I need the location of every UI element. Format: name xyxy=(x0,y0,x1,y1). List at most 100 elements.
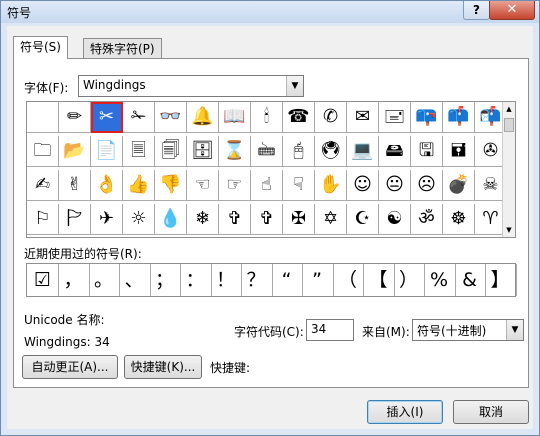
symbol-cell[interactable]: ⌛ xyxy=(219,136,251,167)
symbol-cell[interactable]: ✆ xyxy=(315,102,347,133)
dialog-title: 符号 xyxy=(7,6,32,20)
symbol-cell[interactable]: ☟ xyxy=(283,170,315,201)
symbols-tab-panel: 字体(F): Wingdings ▼ ✏ ✂ ✁ 👓 🔔 📖 🕯 ☎ ✆ ✉ 🖃 📪 📫 📬 🗀 📂 📄 🗏 🗐 🗄 ⌛… xyxy=(13,58,529,388)
recent-symbol-cell[interactable]: ： xyxy=(180,264,212,296)
recent-symbol-cell[interactable]: 。 xyxy=(88,264,120,296)
symbol-cell[interactable]: 👍 xyxy=(123,170,155,201)
symbol-cell[interactable]: 🗄 xyxy=(187,136,219,167)
symbol-cell[interactable]: ✍ xyxy=(27,170,59,201)
recent-symbol-cell[interactable]: ！ xyxy=(210,264,242,296)
symbol-cell[interactable]: 😐 xyxy=(379,170,411,201)
recent-symbol-cell[interactable]: ☑ xyxy=(27,264,59,296)
symbol-cell[interactable]: ❄ xyxy=(187,204,219,235)
symbol-cell[interactable]: 📖 xyxy=(219,102,251,133)
symbol-cell[interactable]: ☜ xyxy=(187,170,219,201)
symbol-cell[interactable]: ⚐ xyxy=(27,204,59,235)
unicode-name-label: Unicode 名称: xyxy=(24,313,105,327)
recent-symbol-cell[interactable]: 【 xyxy=(363,264,395,296)
symbol-cell[interactable]: ✈ xyxy=(91,204,123,235)
scroll-thumb[interactable] xyxy=(504,118,514,132)
symbol-cell[interactable]: ☺ xyxy=(347,170,379,201)
scroll-down-icon[interactable]: ▼ xyxy=(503,223,515,237)
autocorrect-button[interactable]: 自动更正(A)... xyxy=(22,355,118,379)
recent-symbol-cell[interactable]: （ xyxy=(332,264,364,296)
symbol-cell[interactable]: ☎ xyxy=(283,102,315,133)
symbol-cell[interactable]: 🖬 xyxy=(443,136,475,167)
tab-special-characters[interactable]: 特殊字符(P) xyxy=(83,38,162,59)
recent-symbols-row[interactable]: ☑，。、；：！？ “” （【）% &】 xyxy=(26,263,517,297)
chevron-down-icon[interactable]: ▼ xyxy=(286,76,303,96)
symbol-cell[interactable]: ✡ xyxy=(315,204,347,235)
symbol-cell[interactable]: 💧 xyxy=(155,204,187,235)
symbol-cell[interactable]: 📫 xyxy=(443,102,475,133)
symbol-cell[interactable]: ॐ xyxy=(411,204,443,235)
symbol-cell[interactable]: 📪 xyxy=(411,102,443,133)
symbol-cell[interactable]: 🖴 xyxy=(379,136,411,167)
char-code-value: 34 xyxy=(311,322,327,336)
symbol-cell[interactable]: ☹ xyxy=(411,170,443,201)
symbol-cell[interactable]: 👌 xyxy=(91,170,123,201)
symbol-cell[interactable]: 🏱 xyxy=(59,204,91,235)
tab-symbols[interactable]: 符号(S) xyxy=(13,36,68,59)
font-select[interactable]: Wingdings ▼ xyxy=(78,75,304,97)
recent-symbol-cell[interactable]: ） xyxy=(393,264,425,296)
symbol-cell[interactable]: 💻 xyxy=(347,136,379,167)
symbol-cell[interactable]: ✂ xyxy=(91,102,123,133)
symbol-cell[interactable]: ✏ xyxy=(59,102,91,133)
font-select-value: Wingdings xyxy=(83,78,146,92)
symbol-cell[interactable]: 🖰 xyxy=(283,136,315,167)
symbol-cell[interactable]: 📂 xyxy=(59,136,91,167)
symbol-cell[interactable]: ☝ xyxy=(251,170,283,201)
symbol-cell[interactable]: ☸ xyxy=(443,204,475,235)
cancel-button[interactable]: 取消 xyxy=(453,400,529,424)
from-select[interactable]: 符号(十进制) ▼ xyxy=(412,319,524,341)
help-button[interactable]: ? xyxy=(463,1,490,20)
symbol-cell[interactable]: ✞ xyxy=(219,204,251,235)
symbol-cell[interactable]: 🖲 xyxy=(315,136,347,167)
symbol-cell[interactable]: 🖃 xyxy=(379,102,411,133)
symbol-cell[interactable]: 📄 xyxy=(91,136,123,167)
recent-symbol-cell[interactable]: ” xyxy=(302,264,334,296)
symbol-cell[interactable]: ✋ xyxy=(315,170,347,201)
from-select-value: 符号(十进制) xyxy=(417,324,487,338)
recent-symbol-cell[interactable]: % xyxy=(424,264,456,296)
recent-symbol-cell[interactable]: ， xyxy=(58,264,90,296)
symbol-cell[interactable]: ✠ xyxy=(283,204,315,235)
symbol-cell[interactable]: 🗏 xyxy=(123,136,155,167)
symbol-cell[interactable]: 🖫 xyxy=(411,136,443,167)
symbol-cell[interactable]: ☪ xyxy=(347,204,379,235)
symbol-cell[interactable]: 🗐 xyxy=(155,136,187,167)
symbol-cell[interactable]: 👎 xyxy=(155,170,187,201)
close-button[interactable]: ✕ xyxy=(489,1,535,20)
symbol-cell[interactable]: 🗀 xyxy=(27,136,59,167)
symbol-cell[interactable]: ✉ xyxy=(347,102,379,133)
recent-symbol-cell[interactable]: & xyxy=(454,264,486,296)
recent-symbol-cell[interactable]: 】 xyxy=(485,264,517,296)
recent-symbol-cell[interactable]: ？ xyxy=(241,264,273,296)
symbol-cell[interactable]: ☯ xyxy=(379,204,411,235)
symbol-cell[interactable]: 👓 xyxy=(155,102,187,133)
chevron-down-icon[interactable]: ▼ xyxy=(506,320,523,340)
insert-button[interactable]: 插入(I) xyxy=(367,400,443,424)
symbol-cell[interactable]: 🕯 xyxy=(251,102,283,133)
symbol-grid[interactable]: ✏ ✂ ✁ 👓 🔔 📖 🕯 ☎ ✆ ✉ 🖃 📪 📫 📬 🗀 📂 📄 🗏 🗐 🗄 ⌛ 🖮 🖰 🖲 💻 🖴 🖫 🖬 ✇ ✍ ✌ 👌 👍 👎 ☜ ☞ ☝ ☟ ✋ ☺… xyxy=(26,101,516,238)
symbol-cell[interactable]: ✁ xyxy=(123,102,155,133)
recent-symbol-cell[interactable]: “ xyxy=(271,264,303,296)
symbol-dialog: 符号 ? ✕ 符号(S) 特殊字符(P) 字体(F): Wingdings ▼ … xyxy=(0,0,540,436)
shortcut-key-button[interactable]: 快捷键(K)... xyxy=(124,355,202,379)
recent-symbol-cell[interactable]: 、 xyxy=(119,264,151,296)
symbol-cell[interactable]: 🔔 xyxy=(187,102,219,133)
symbol-name: Wingdings: 34 xyxy=(24,335,110,349)
symbol-cell[interactable]: ☼ xyxy=(123,204,155,235)
symbol-cell[interactable] xyxy=(27,102,59,133)
symbol-cell[interactable]: 🖮 xyxy=(251,136,283,167)
symbol-cell[interactable]: ☞ xyxy=(219,170,251,201)
symbol-cell[interactable]: 💣 xyxy=(443,170,475,201)
char-code-label: 字符代码(C): xyxy=(234,325,304,339)
scroll-up-icon[interactable]: ▲ xyxy=(503,102,515,116)
recent-symbol-cell[interactable]: ； xyxy=(149,264,181,296)
symbol-cell[interactable]: ✌ xyxy=(59,170,91,201)
symbol-cell[interactable]: ✞ xyxy=(251,204,283,235)
char-code-input[interactable]: 34 xyxy=(306,319,354,341)
symbol-grid-scrollbar[interactable]: ▲ ▼ xyxy=(502,102,515,237)
